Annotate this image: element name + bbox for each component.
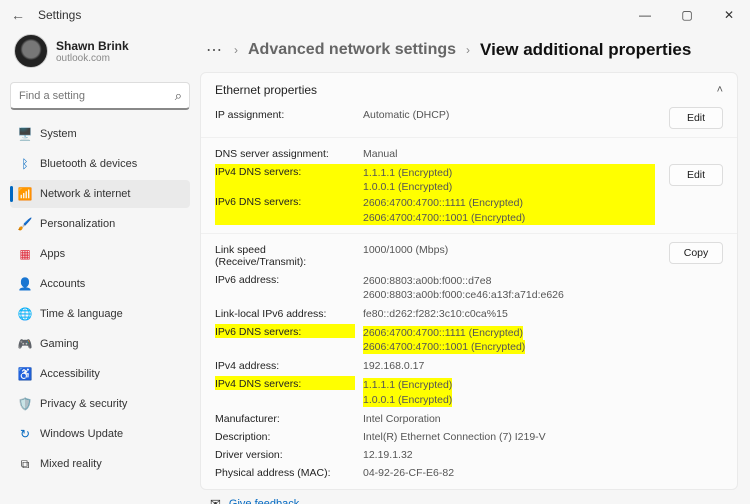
nav-label: Time & language — [40, 308, 123, 320]
link-speed-label: Link speed (Receive/Transmit): — [215, 242, 355, 268]
profile[interactable]: Shawn Brink outlook.com — [10, 30, 190, 78]
back-icon[interactable]: ← — [8, 7, 28, 23]
sidebar-item-mixed-reality[interactable]: ⧉ Mixed reality — [10, 450, 190, 478]
sidebar-item-system[interactable]: 🖥️ System — [10, 120, 190, 148]
description-label: Description: — [215, 429, 355, 443]
ipv6-dns2-value: 2606:4700:4700::1111 (Encrypted) 2606:47… — [363, 324, 655, 354]
chevron-right-icon: › — [466, 43, 470, 57]
nav-icon: 🌐 — [18, 307, 32, 321]
avatar — [14, 34, 48, 68]
nav-label: Accounts — [40, 278, 85, 290]
ip-assignment-label: IP assignment: — [215, 107, 355, 121]
nav-list: 🖥️ System ᛒ Bluetooth & devices 📶 Network & i… — [10, 120, 190, 478]
mac-label: Physical address (MAC): — [215, 465, 355, 479]
nav-label: Gaming — [40, 338, 79, 350]
minimize-button[interactable]: — — [624, 0, 666, 30]
nav-label: Privacy & security — [40, 398, 127, 410]
search-icon[interactable]: ⌕ — [175, 88, 182, 104]
sidebar-item-privacy-security[interactable]: 🛡️ Privacy & security — [10, 390, 190, 418]
main-content: ⋯ › Advanced network settings › View add… — [200, 30, 750, 504]
nav-icon: 🎮 — [18, 337, 32, 351]
ethernet-properties-card: Ethernet properties ˄ IP assignment: Aut… — [200, 72, 738, 490]
card-header[interactable]: Ethernet properties ˄ — [201, 73, 737, 107]
ipv4-address-label: IPv4 address: — [215, 358, 355, 372]
ipv4-dns2-label: IPv4 DNS servers: — [215, 376, 355, 390]
feedback-icon: ✉ — [210, 496, 221, 504]
breadcrumb-level2: View additional properties — [480, 40, 691, 60]
description-value: Intel(R) Ethernet Connection (7) I219-V — [363, 429, 655, 443]
mac-value: 04-92-26-CF-E6-82 — [363, 465, 655, 479]
dns-assignment-value: Manual — [363, 146, 655, 160]
link-local-ipv6-value: fe80::d262:f282:3c10:c0ca%15 — [363, 306, 655, 320]
search-input[interactable] — [10, 82, 190, 110]
sidebar-item-time-language[interactable]: 🌐 Time & language — [10, 300, 190, 328]
nav-label: Windows Update — [40, 428, 123, 440]
sidebar-item-apps[interactable]: ▦ Apps — [10, 240, 190, 268]
profile-name: Shawn Brink — [56, 39, 129, 53]
nav-label: Mixed reality — [40, 458, 102, 470]
nav-icon: ⧉ — [18, 457, 32, 471]
window-title: Settings — [38, 8, 81, 22]
ipv6-address-value: 2600:8803:a00b:f000::d7e8 2600:8803:a00b… — [363, 272, 655, 302]
close-button[interactable]: ✕ — [708, 0, 750, 30]
dns-assignment-label: DNS server assignment: — [215, 146, 355, 160]
sidebar-item-accessibility[interactable]: ♿ Accessibility — [10, 360, 190, 388]
chevron-up-icon: ˄ — [717, 84, 723, 96]
nav-icon: ▦ — [18, 247, 32, 261]
ipv6-dns-label: IPv6 DNS servers: — [215, 194, 355, 224]
nav-icon: 🛡️ — [18, 397, 32, 411]
ipv4-dns2-value: 1.1.1.1 (Encrypted) 1.0.0.1 (Encrypted) — [363, 376, 655, 406]
ipv6-address-label: IPv6 address: — [215, 272, 355, 286]
feedback-link[interactable]: ✉ Give feedback — [200, 496, 738, 504]
nav-label: Apps — [40, 248, 65, 260]
card-title: Ethernet properties — [215, 83, 317, 97]
nav-label: Bluetooth & devices — [40, 158, 137, 170]
link-local-ipv6-label: Link-local IPv6 address: — [215, 306, 355, 320]
nav-label: Accessibility — [40, 368, 100, 380]
ipv4-dns-value: 1.1.1.1 (Encrypted) 1.0.0.1 (Encrypted) — [363, 164, 655, 194]
ipv6-dns2-label: IPv6 DNS servers: — [215, 324, 355, 338]
sidebar-item-bluetooth-devices[interactable]: ᛒ Bluetooth & devices — [10, 150, 190, 178]
breadcrumb: ⋯ › Advanced network settings › View add… — [200, 34, 738, 72]
driver-version-label: Driver version: — [215, 447, 355, 461]
sidebar: Shawn Brink outlook.com ⌕ 🖥️ System ᛒ Bluet… — [0, 30, 200, 504]
feedback-label: Give feedback — [229, 498, 299, 504]
copy-button[interactable]: Copy — [669, 242, 723, 264]
nav-icon: ↻ — [18, 427, 32, 441]
edit-dns-button[interactable]: Edit — [669, 164, 723, 186]
breadcrumb-level1[interactable]: Advanced network settings — [248, 41, 456, 59]
sidebar-item-network-internet[interactable]: 📶 Network & internet — [10, 180, 190, 208]
sidebar-item-windows-update[interactable]: ↻ Windows Update — [10, 420, 190, 448]
sidebar-item-personalization[interactable]: 🖌️ Personalization — [10, 210, 190, 238]
nav-icon: ♿ — [18, 367, 32, 381]
ipv4-dns-label: IPv4 DNS servers: — [215, 164, 355, 194]
manufacturer-value: Intel Corporation — [363, 411, 655, 425]
ipv4-address-value: 192.168.0.17 — [363, 358, 655, 372]
nav-label: System — [40, 128, 77, 140]
nav-label: Network & internet — [40, 188, 130, 200]
nav-icon: 📶 — [18, 187, 32, 201]
window-controls: — ▢ ✕ — [624, 0, 750, 30]
profile-mail: outlook.com — [56, 53, 129, 64]
driver-version-value: 12.19.1.32 — [363, 447, 655, 461]
nav-icon: 🖌️ — [18, 217, 32, 231]
chevron-right-icon: › — [234, 43, 238, 57]
sidebar-item-gaming[interactable]: 🎮 Gaming — [10, 330, 190, 358]
nav-icon: 👤 — [18, 277, 32, 291]
edit-ip-button[interactable]: Edit — [669, 107, 723, 129]
nav-label: Personalization — [40, 218, 115, 230]
manufacturer-label: Manufacturer: — [215, 411, 355, 425]
ipv6-dns-value: 2606:4700:4700::1111 (Encrypted) 2606:47… — [363, 194, 655, 224]
maximize-button[interactable]: ▢ — [666, 0, 708, 30]
nav-icon: ᛒ — [18, 157, 32, 171]
breadcrumb-more[interactable]: ⋯ — [206, 40, 224, 60]
sidebar-item-accounts[interactable]: 👤 Accounts — [10, 270, 190, 298]
ip-assignment-value: Automatic (DHCP) — [363, 107, 655, 121]
nav-icon: 🖥️ — [18, 127, 32, 141]
link-speed-value: 1000/1000 (Mbps) — [363, 242, 655, 256]
